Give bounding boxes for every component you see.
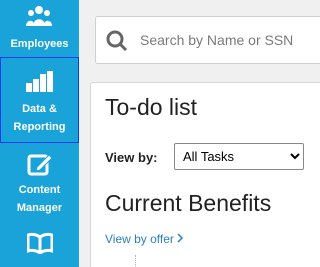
sidebar-item-label: Employees: [10, 38, 69, 50]
view-by-label: View by:: [105, 150, 158, 165]
search-input[interactable]: [140, 27, 320, 53]
current-benefits-title: Current Benefits: [105, 190, 272, 216]
todo-card: To-do list View by: All Tasks Current Be…: [90, 82, 320, 267]
main-content: To-do list View by: All Tasks Current Be…: [79, 0, 320, 267]
sidebar-item-label: Data & Reporting: [13, 103, 66, 133]
view-by-select[interactable]: All Tasks: [174, 143, 304, 170]
chevron-right-icon: [177, 232, 184, 246]
todo-list-title: To-do list: [105, 94, 198, 120]
sidebar-item-library[interactable]: [0, 223, 79, 267]
search-icon[interactable]: [106, 30, 128, 57]
sidebar-item-label: Content Manager: [16, 184, 63, 214]
bar-chart-icon: [25, 71, 53, 99]
book-icon: [26, 232, 54, 260]
view-by-offer-link[interactable]: View by offer: [105, 232, 184, 246]
sidebar: Employees Data & Reporting Content Manag…: [0, 0, 79, 267]
people-icon: [26, 4, 52, 36]
sidebar-item-data-reporting[interactable]: Data & Reporting: [0, 57, 79, 143]
sidebar-item-content-manager[interactable]: Content Manager: [0, 143, 79, 223]
divider: [135, 255, 136, 267]
edit-icon: [27, 151, 53, 183]
search-box: [95, 16, 320, 64]
view-by-offer-label: View by offer: [105, 232, 174, 246]
sidebar-item-employees[interactable]: Employees: [0, 0, 79, 56]
